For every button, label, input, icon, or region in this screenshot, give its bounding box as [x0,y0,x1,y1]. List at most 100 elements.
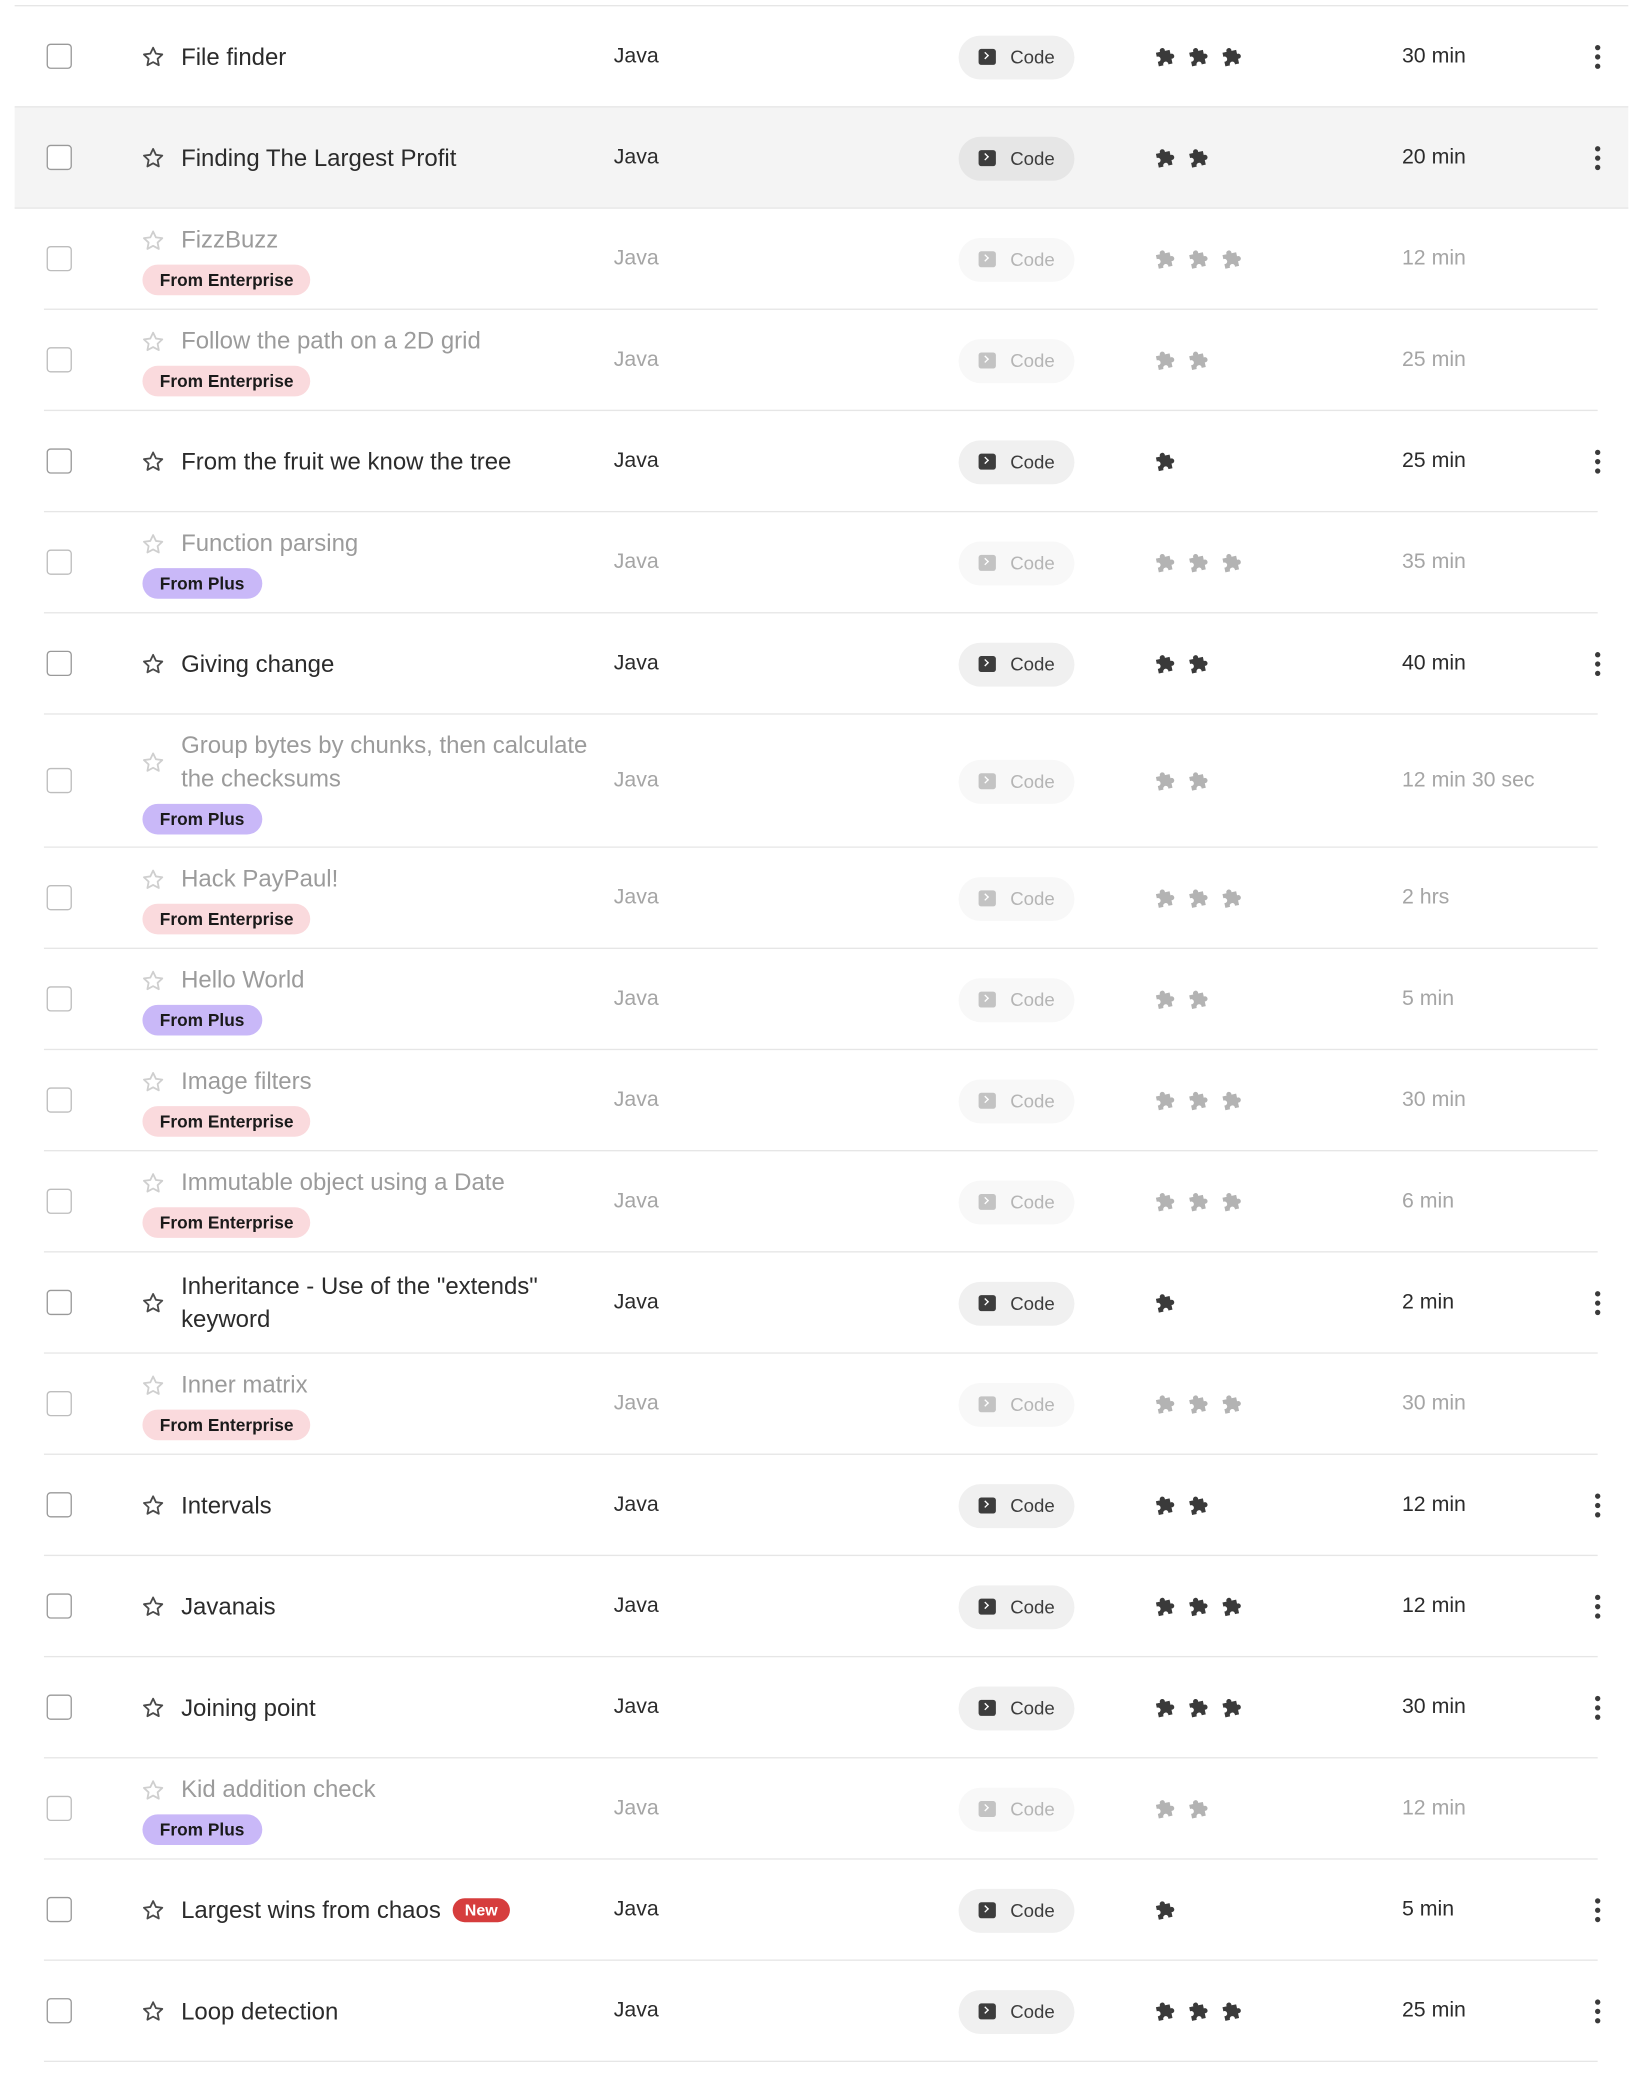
list-item[interactable]: Image filters From Enterprise Java Code 30 m… [15,1050,1629,1152]
exercise-title[interactable]: Hello World [181,964,304,997]
exercise-title[interactable]: Kid addition check [181,1773,376,1806]
select-checkbox[interactable] [46,1289,72,1316]
favorite-star-icon[interactable] [141,228,165,252]
list-item[interactable]: Finding The Largest Profit Java Code 20 min [14,107,1629,209]
exercise-title[interactable]: Inner matrix [181,1368,308,1401]
list-item[interactable]: Largest wins from chaos New Java Code 5 min [15,1860,1629,1961]
exercise-title[interactable]: Finding The Largest Profit [181,141,456,174]
select-checkbox[interactable] [46,767,72,794]
favorite-star-icon[interactable] [141,532,165,556]
select-checkbox[interactable] [46,1694,72,1720]
list-item[interactable]: Group bytes by chunks, then calculate th… [15,715,1629,848]
favorite-star-icon[interactable] [141,1696,165,1720]
select-checkbox[interactable] [46,1896,72,1923]
select-checkbox[interactable] [46,1390,72,1417]
select-checkbox[interactable] [46,144,72,171]
favorite-star-icon[interactable] [141,750,165,774]
more-options-icon[interactable] [1590,1894,1606,1926]
exercise-title[interactable]: Giving change [181,647,334,680]
favorite-star-icon[interactable] [141,652,165,676]
list-item[interactable]: Giving change Java Code 40 min [15,613,1629,715]
select-checkbox[interactable] [46,347,72,373]
exercise-title[interactable]: Intervals [181,1489,272,1522]
favorite-star-icon[interactable] [141,1291,165,1315]
exercise-title[interactable]: Function parsing [181,527,358,560]
exercise-title[interactable]: FizzBuzz [181,223,278,256]
favorite-star-icon[interactable] [141,45,165,69]
select-checkbox[interactable] [46,549,72,575]
more-options-icon[interactable] [1590,1591,1606,1623]
more-options-icon[interactable] [1590,41,1606,73]
more-options-icon[interactable] [1590,1995,1606,2027]
more-options-icon[interactable] [1590,446,1606,478]
exercise-title[interactable]: Image filters [181,1065,312,1098]
select-checkbox[interactable] [46,650,72,677]
favorite-star-icon[interactable] [141,1595,165,1619]
select-checkbox[interactable] [46,1492,72,1518]
list-item[interactable]: Joining point Java Code 30 min [15,1657,1629,1759]
exercise-title[interactable]: Joining point [181,1691,316,1724]
exercise-title[interactable]: From the fruit we know the tree [181,445,511,478]
duration-label: 2 min [1401,1291,1455,1314]
exercise-title[interactable]: Immutable object using a Date [181,1166,505,1199]
more-options-icon[interactable] [1590,1490,1606,1522]
select-checkbox[interactable] [46,986,72,1012]
select-checkbox[interactable] [46,1593,72,1619]
list-item[interactable]: Loop detection Java Code 25 min [15,1961,1629,2063]
list-item[interactable]: Intervals Java Code 12 min [15,1455,1629,1557]
puzzle-icon [1153,769,1186,793]
select-checkbox[interactable] [46,1998,72,2024]
favorite-star-icon[interactable] [141,867,165,891]
puzzle-icon [1186,769,1219,793]
select-checkbox[interactable] [46,448,72,474]
exercise-title[interactable]: Largest wins from chaos [181,1894,441,1927]
select-checkbox[interactable] [46,1188,72,1214]
type-label: Code [1010,1798,1055,1820]
puzzle-icon [1220,1595,1253,1619]
exercise-title[interactable]: Javanais [181,1590,276,1623]
favorite-star-icon[interactable] [141,1373,165,1397]
favorite-star-icon[interactable] [141,146,165,170]
list-item[interactable]: FizzBuzz From Enterprise Java Code 12 min [15,209,1629,310]
select-checkbox[interactable] [46,43,72,69]
list-item[interactable]: Function parsing From Plus Java Code 35 min [15,512,1629,614]
list-item[interactable]: Hello World From Plus Java Code 5 min [15,949,1629,1051]
favorite-star-icon[interactable] [141,1069,165,1093]
puzzle-icon [1220,551,1253,575]
favorite-star-icon[interactable] [141,1778,165,1802]
list-item[interactable]: Javanais Java Code 12 min [15,1556,1629,1658]
exercise-title[interactable]: Follow the path on a 2D grid [181,325,481,358]
favorite-star-icon[interactable] [141,450,165,474]
favorite-star-icon[interactable] [141,1999,165,2023]
list-item[interactable]: Kid addition check From Plus Java Code 12 mi… [15,1758,1629,1860]
select-checkbox[interactable] [46,1087,72,1113]
select-checkbox[interactable] [46,245,72,272]
duration-label: 12 min [1401,1797,1466,1820]
list-item[interactable]: Hack PayPaul! From Enterprise Java Code 2 hr… [15,848,1629,949]
select-checkbox[interactable] [46,1795,72,1822]
plan-badge: From Enterprise [142,903,311,935]
list-item[interactable]: From the fruit we know the tree Java Code 2… [15,411,1629,513]
more-options-icon[interactable] [1590,1692,1606,1724]
exercise-title[interactable]: Inheritance - Use of the "extends" keywo… [181,1270,594,1337]
type-pill: Code [958,977,1075,1022]
select-checkbox[interactable] [46,885,72,911]
favorite-star-icon[interactable] [141,968,165,992]
favorite-star-icon[interactable] [141,329,165,353]
list-item[interactable]: Follow the path on a 2D grid From Enterpr… [15,310,1629,412]
more-options-icon[interactable] [1590,1287,1606,1319]
favorite-star-icon[interactable] [141,1898,165,1922]
exercise-title[interactable]: Loop detection [181,1995,338,2028]
exercise-title[interactable]: Hack PayPaul! [181,862,338,895]
favorite-star-icon[interactable] [141,1171,165,1195]
list-item[interactable]: Inheritance - Use of the "extends" keywo… [15,1253,1629,1354]
list-item[interactable]: Immutable object using a Date From Enterp… [15,1151,1629,1253]
favorite-star-icon[interactable] [141,1494,165,1518]
exercise-title[interactable]: File finder [181,40,286,73]
more-options-icon[interactable] [1590,142,1606,174]
language-label: Java [613,1999,659,2023]
list-item[interactable]: File finder Java Code 30 min [14,6,1629,108]
list-item[interactable]: Inner matrix From Enterprise Java Code 30 mi… [15,1354,1629,1455]
exercise-title[interactable]: Group bytes by chunks, then calculate th… [181,729,594,796]
more-options-icon[interactable] [1590,648,1606,680]
